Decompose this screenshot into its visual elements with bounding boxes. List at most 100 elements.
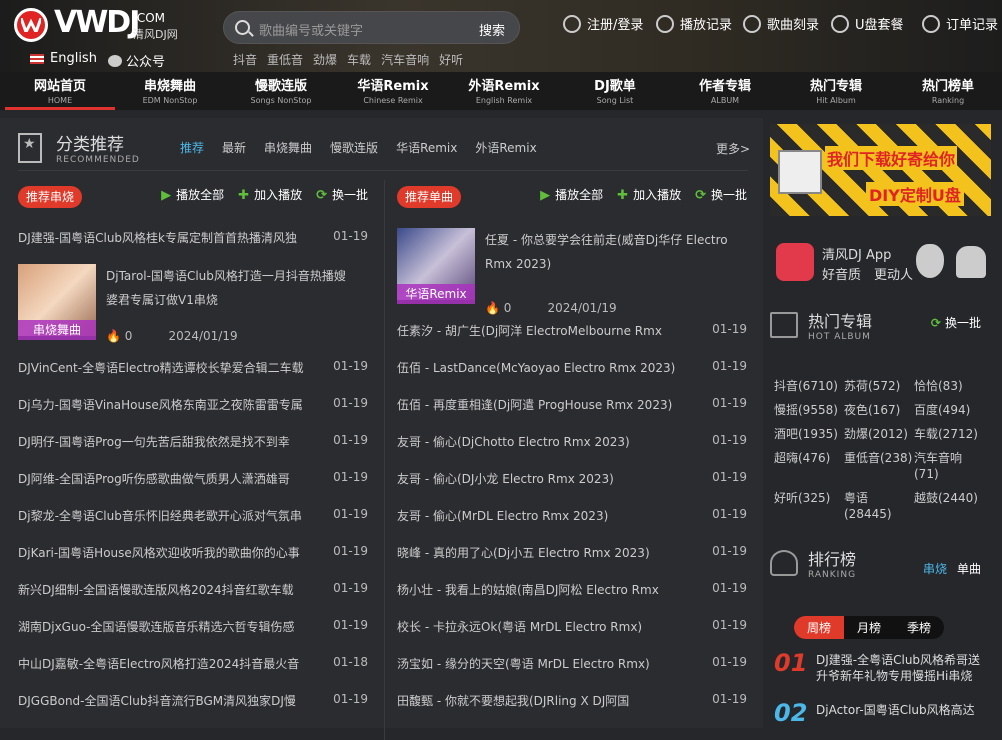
menu-item-songlist[interactable]: DJ歌单 Song List [560,72,670,110]
play-all-button[interactable]: ▶ 播放全部 [540,186,603,203]
item-title[interactable]: 中山DJ嘉敏-全粤语Electro风格打造2024抖音最火音 [18,655,318,672]
tab-english-remix[interactable]: 外语Remix [475,139,536,156]
add-play-button[interactable]: ✚ 加入播放 [617,186,681,203]
item-title[interactable]: 友哥 - 偷心(MrDL Electro Rmx 2023) [397,507,697,524]
album-tag[interactable]: 汽车音响(71) [914,450,984,482]
item-title[interactable]: 友哥 - 偷心(DjChotto Electro Rmx 2023) [397,433,697,450]
album-tag[interactable]: 夜色(167) [844,402,914,418]
item-title[interactable]: 汤宝如 - 缘分的天空(粤语 MrDL Electro Rmx) [397,655,697,672]
more-link[interactable]: 更多> [716,140,750,157]
list-item[interactable]: 湖南DjxGuo-全国语慢歌连版音乐精选六哲专辑伤感 01-19 [18,618,368,638]
rank-title[interactable]: DjActor-国粤语Club风格高达 [816,702,988,718]
featured-item[interactable]: 华语Remix 任夏 - 你总要学会往前走(威音Dj华仔 Electro Rmx … [397,228,757,318]
list-item[interactable]: DJGGBond-全国语Club抖音流行BGM清风独家DJ慢 01-19 [18,692,368,712]
featured-title[interactable]: 任夏 - 你总要学会往前走(威音Dj华仔 Electro Rmx 2023) [485,228,745,276]
album-tag[interactable]: 酒吧(1935) [774,426,844,442]
rank-title[interactable]: DJ建强-全粤语Club风格希哥送升爷新年礼物专用慢摇Hi串烧 [816,652,988,684]
list-item[interactable]: DJ阿维-全国语Prog听伤感歌曲做气质男人潇洒雄哥 01-19 [18,470,368,490]
item-title[interactable]: DjKari-国粤语House风格欢迎收听我的歌曲你的心事 [18,544,318,561]
menu-item-album[interactable]: 作者专辑 ALBUM [670,72,780,110]
list-item[interactable]: 中山DJ嘉敏-全粤语Electro风格打造2024抖音最火音 01-18 [18,655,368,675]
tab-chinese-remix[interactable]: 华语Remix [396,139,457,156]
android-icon[interactable] [956,246,986,278]
hot-keyword[interactable]: 好听 [439,51,463,68]
item-title[interactable]: 新兴DJ细制-全国语慢歌连版风格2024抖音红歌车载 [18,581,318,598]
orders-link[interactable]: 订单记录 [922,14,998,33]
item-title[interactable]: 校长 - 卡拉永远Ok(粤语 MrDL Electro Rmx) [397,618,697,635]
add-play-button[interactable]: ✚ 加入播放 [238,186,302,203]
menu-item-ranking[interactable]: 热门榜单 Ranking [893,72,1002,110]
menu-item-english-remix[interactable]: 外语Remix English Remix [449,72,559,110]
album-tag[interactable]: 超嗨(476) [774,450,844,482]
item-title[interactable]: 湖南DjxGuo-全国语慢歌连版音乐精选六哲专辑伤感 [18,618,318,635]
item-title[interactable]: Dj黎龙-全粤语Club音乐怀旧经典老歌开心派对气氛串 [18,507,318,524]
refresh-button[interactable]: ⟳ 换一批 [316,186,368,203]
list-item[interactable]: 伍佰 - LastDance(McYaoyao Electro Rmx 2023… [397,359,747,379]
list-item[interactable]: 晓峰 - 真的用了心(Dj小五 Electro Rmx 2023) 01-19 [397,544,747,564]
album-tag[interactable]: 慢摇(9558) [774,402,844,418]
tab-recommend[interactable]: 推荐 [180,139,204,156]
tab-single[interactable]: 单曲 [957,562,981,576]
item-title[interactable]: DJ建强-国粤语Club风格桂k专属定制首首热播清风独 [18,229,318,246]
login-link[interactable]: 注册/登录 [563,14,643,33]
list-item[interactable]: DJVinCent-全粤语Electro精选谭校长挚爱合辑二车载 01-19 [18,359,368,379]
logo-text[interactable]: VWDJ [54,5,140,40]
album-tag[interactable]: 恰恰(83) [914,378,984,394]
album-tag[interactable]: 越鼓(2440) [914,490,984,522]
list-item[interactable]: 伍佰 - 再度重相逢(Dj阿遣 ProgHouse Rmx 2023) 01-19 [397,396,747,416]
list-item[interactable]: 校长 - 卡拉永远Ok(粤语 MrDL Electro Rmx) 01-19 [397,618,747,638]
featured-item[interactable]: 串烧舞曲 DjTarol-国粤语Club风格打造一月抖音热播嫂 婆君专属订做V1串… [18,264,378,354]
search-button[interactable]: 搜索 [479,20,505,39]
item-title[interactable]: DJGGBond-全国语Club抖音流行BGM清风独家DJ慢 [18,692,318,709]
menu-item-chinese-remix[interactable]: 华语Remix Chinese Remix [338,72,448,110]
usb-link[interactable]: U盘套餐 [831,14,904,33]
tab-quarter[interactable]: 季榜 [894,616,944,639]
item-title[interactable]: 伍佰 - 再度重相逢(Dj阿遣 ProgHouse Rmx 2023) [397,396,697,413]
hot-keyword[interactable]: 重低音 [267,51,303,68]
list-item[interactable]: DJ建强-国粤语Club风格桂k专属定制首首热播清风独 01-19 [18,229,368,249]
search-box[interactable]: 歌曲编号或关键字 搜索 [223,11,520,44]
item-title[interactable]: 任素汐 - 胡广生(Dj阿洋 ElectroMelbourne Rmx [397,322,697,339]
album-tag[interactable]: 百度(494) [914,402,984,418]
item-title[interactable]: DJ阿维-全国语Prog听伤感歌曲做气质男人潇洒雄哥 [18,470,318,487]
menu-item-hit-album[interactable]: 热门专辑 Hit Album [781,72,891,110]
list-item[interactable]: 田馥甄 - 你就不要想起我(DJRling X DJ阿国 01-19 [397,692,747,712]
item-title[interactable]: Dj乌力-国粤语VinaHouse风格东南亚之夜陈雷雷专属 [18,396,318,413]
list-item[interactable]: 友哥 - 偷心(DjChotto Electro Rmx 2023) 01-19 [397,433,747,453]
burn-link[interactable]: 歌曲刻录 [743,14,819,33]
item-title[interactable]: 伍佰 - LastDance(McYaoyao Electro Rmx 2023… [397,359,697,376]
album-tag[interactable]: 抖音(6710) [774,378,844,394]
item-title[interactable]: 友哥 - 偷心(DJ小龙 Electro Rmx 2023) [397,470,697,487]
album-tag[interactable]: 车载(2712) [914,426,984,442]
album-tag[interactable]: 粤语(28445) [844,490,914,522]
tab-week[interactable]: 周榜 [794,616,845,639]
hot-keyword[interactable]: 车载 [347,51,371,68]
album-tag[interactable]: 重低音(238) [844,450,914,482]
play-all-button[interactable]: ▶ 播放全部 [161,186,224,203]
menu-item-edm[interactable]: 串烧舞曲 EDM NonStop [115,72,225,110]
featured-title[interactable]: DjTarol-国粤语Club风格打造一月抖音热播嫂 婆君专属订做V1串烧 [106,264,366,312]
tab-month[interactable]: 月榜 [844,616,894,639]
menu-item-songs[interactable]: 慢歌连版 Songs NonStop [226,72,336,110]
list-item[interactable]: 友哥 - 偷心(DJ小龙 Electro Rmx 2023) 01-19 [397,470,747,490]
album-tag[interactable]: 苏荷(572) [844,378,914,394]
item-title[interactable]: 田馥甄 - 你就不要想起我(DJRling X DJ阿国 [397,692,697,709]
list-item[interactable]: Dj乌力-国粤语VinaHouse风格东南亚之夜陈雷雷专属 01-19 [18,396,368,416]
menu-item-home[interactable]: 网站首页 HOME [5,72,115,110]
item-title[interactable]: 晓峰 - 真的用了心(Dj小五 Electro Rmx 2023) [397,544,697,561]
album-tag[interactable]: 劲爆(2012) [844,426,914,442]
refresh-button[interactable]: ⟳ 换一批 [695,186,747,203]
item-title[interactable]: DJVinCent-全粤语Electro精选谭校长挚爱合辑二车载 [18,359,318,376]
tab-edm[interactable]: 串烧舞曲 [264,139,312,156]
list-item[interactable]: DjKari-国粤语House风格欢迎收听我的歌曲你的心事 01-19 [18,544,368,564]
logo-icon[interactable] [14,8,48,42]
play-history-link[interactable]: 播放记录 [656,14,732,33]
tab-nonstop[interactable]: 串烧 [923,562,947,576]
hot-keyword[interactable]: 劲爆 [313,51,337,68]
hot-keyword[interactable]: 汽车音响 [381,51,429,68]
list-item[interactable]: 友哥 - 偷心(MrDL Electro Rmx 2023) 01-19 [397,507,747,527]
refresh-button[interactable]: ⟳ 换一批 [931,314,981,331]
item-title[interactable]: 杨小壮 - 我看上的姑娘(南昌DJ阿松 Electro Rmx [397,581,697,598]
list-item[interactable]: DJ明仔-国粤语Prog一句先苦后甜我依然是找不到幸 01-19 [18,433,368,453]
list-item[interactable]: 任素汐 - 胡广生(Dj阿洋 ElectroMelbourne Rmx 01-19 [397,322,747,342]
